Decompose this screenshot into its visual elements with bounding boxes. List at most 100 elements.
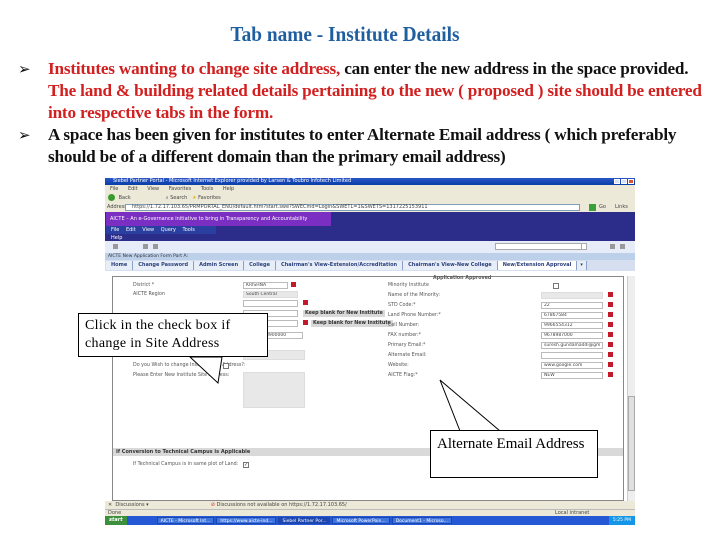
text-field[interactable]	[243, 300, 298, 307]
queries-select[interactable]	[495, 243, 587, 250]
close-icon[interactable]: ✕	[108, 502, 112, 508]
discussions-bar: ✕ Discussions ▾ ⊘ Discussions not availa…	[105, 501, 635, 509]
bullet-item: ➢ Institutes wanting to change site addr…	[18, 58, 718, 124]
app-menu-view[interactable]: View	[142, 227, 154, 233]
fax-number-field[interactable]: 9678987000	[541, 332, 603, 339]
history-icon[interactable]	[143, 244, 148, 249]
required-icon	[608, 352, 613, 357]
taskbar-item[interactable]: https://www.aicte-ind...	[216, 517, 277, 524]
required-icon	[608, 322, 613, 327]
search-button[interactable]: Search	[170, 195, 187, 201]
website-field[interactable]: www.google.com	[541, 362, 603, 369]
arrow-bullet-icon: ➢	[18, 60, 31, 78]
technical-campus-label: If Technical Campus is in same plot of L…	[133, 462, 239, 467]
tab-chairman-extension[interactable]: Chairman's View-Extension/Accreditation	[276, 261, 404, 270]
maximize-icon[interactable]	[621, 179, 627, 184]
app-menu-query[interactable]: Query	[161, 227, 176, 233]
alternate-email-label: Alternate Email:	[388, 353, 427, 358]
tab-chairman-new-college[interactable]: Chairman's View-New College	[403, 261, 498, 270]
bullet-text-red: The land & building related details pert…	[48, 81, 702, 122]
bullet-text-red: Institutes wanting to change site addres…	[48, 59, 341, 78]
more-tabs-icon[interactable]: ▾	[577, 261, 587, 270]
start-button[interactable]: start	[105, 516, 127, 525]
app-menu-edit[interactable]: Edit	[126, 227, 136, 233]
menu-help[interactable]: Help	[223, 186, 234, 192]
discussions-button[interactable]: Discussions ▾	[115, 502, 148, 508]
taskbar-item[interactable]: AICTE - Microsoft Int...	[156, 517, 215, 524]
required-icon	[608, 302, 613, 307]
screen-tabs: Home Change Password Admin Screen Colleg…	[105, 260, 635, 271]
slide-title: Tab name - Institute Details	[230, 22, 460, 46]
website-label: Website:	[388, 363, 409, 368]
search-icon[interactable]	[610, 244, 615, 249]
menu-file[interactable]: File	[110, 186, 118, 192]
sitemap-icon[interactable]	[153, 244, 158, 249]
browser-toolbar: Back ⌕ Search ★ Favorites	[105, 193, 635, 203]
app-header: AICTE – An e-Governance initiative to br…	[105, 212, 635, 241]
system-tray-clock: 5:25 PM	[608, 516, 635, 525]
favorites-icon: ★	[192, 195, 197, 201]
taskbar-item[interactable]: Document1 - Microso...	[391, 517, 452, 524]
district-label: District *	[133, 283, 155, 288]
back-icon[interactable]	[108, 194, 115, 201]
tab-college[interactable]: College	[244, 261, 277, 270]
app-menu-tools[interactable]: Tools	[183, 227, 195, 233]
checkbox-callout: Click in the check box if change in Site…	[78, 313, 268, 357]
bullet-text: can enter the new address in the space p…	[340, 59, 689, 78]
minority-institute-checkbox[interactable]	[553, 283, 559, 289]
windows-taskbar: start AICTE - Microsoft Int... https://w…	[105, 516, 635, 525]
find-icon[interactable]	[620, 244, 625, 249]
alternate-email-field[interactable]	[541, 352, 603, 359]
district-select[interactable]: KRISHNA	[243, 282, 288, 289]
required-icon	[608, 332, 613, 337]
std-code-label: STD Code:*	[388, 303, 416, 308]
go-arrow-icon[interactable]	[589, 204, 596, 211]
required-icon	[291, 282, 296, 287]
chevron-down-icon[interactable]	[581, 244, 586, 249]
address-input[interactable]: https://1.72.17.103.65/PRMPORTAL_ENU/def…	[125, 204, 580, 211]
menu-view[interactable]: View	[147, 186, 159, 192]
app-menu-file[interactable]: File	[111, 227, 119, 233]
aicte-flag-field[interactable]: NEW	[541, 372, 603, 379]
tab-change-password[interactable]: Change Password	[133, 261, 195, 270]
new-site-address-label: Please Enter New Institute Site Address:	[133, 373, 230, 378]
app-toolbar	[105, 241, 635, 253]
favorites-button[interactable]: Favorites	[198, 195, 221, 201]
back-button[interactable]: Back	[119, 195, 131, 201]
required-icon	[608, 342, 613, 347]
primary-email-field[interactable]: suresh.gundamaddi@gm	[541, 342, 603, 349]
app-menubar: File Edit View Query Tools Help	[106, 226, 216, 241]
new-site-address-textarea[interactable]	[243, 372, 305, 408]
tab-admin-screen[interactable]: Admin Screen	[194, 261, 245, 270]
home-icon[interactable]	[113, 244, 118, 249]
menu-favorites[interactable]: Favorites	[169, 186, 192, 192]
address-bar: Address https://1.72.17.103.65/PRMPORTAL…	[105, 203, 635, 212]
cell-number-label: Cell Number:	[388, 323, 420, 328]
links-button[interactable]: Links	[615, 203, 628, 212]
close-icon[interactable]	[628, 179, 634, 184]
bullet-text: A space has been given for institutes to…	[48, 125, 677, 166]
required-icon	[303, 320, 308, 325]
address-label: Address	[107, 204, 127, 210]
menu-edit[interactable]: Edit	[128, 186, 138, 192]
menu-tools[interactable]: Tools	[201, 186, 213, 192]
change-site-address-checkbox[interactable]	[223, 363, 229, 369]
taskbar-item[interactable]: Microsoft PowerPoin...	[332, 517, 390, 524]
window-title: Siebel Partner Portal - Microsoft Intern…	[113, 178, 352, 184]
keep-blank-note: Keep blank for New Institute	[311, 320, 393, 327]
tab-home[interactable]: Home	[106, 261, 134, 270]
std-code-field[interactable]: 22	[541, 302, 603, 309]
cell-number-field[interactable]: 9966554312	[541, 322, 603, 329]
scrollbar-thumb[interactable]	[628, 396, 635, 491]
tab-new-extension-approval[interactable]: New/Extension Approval	[497, 261, 578, 270]
taskbar-item-active[interactable]: Siebel Partner Por...	[278, 517, 331, 524]
required-icon	[303, 300, 308, 305]
search-icon: ⌕	[165, 195, 169, 201]
minimize-icon[interactable]	[614, 179, 620, 184]
vertical-scrollbar[interactable]	[627, 276, 635, 501]
keep-blank-note: Keep blank for New Institute	[303, 310, 385, 317]
application-approved-label: Application Approved	[433, 276, 492, 281]
land-phone-field[interactable]: 67867584	[541, 312, 603, 319]
technical-campus-checkbox[interactable]: ✓	[243, 462, 249, 468]
go-button[interactable]: Go	[599, 203, 606, 212]
